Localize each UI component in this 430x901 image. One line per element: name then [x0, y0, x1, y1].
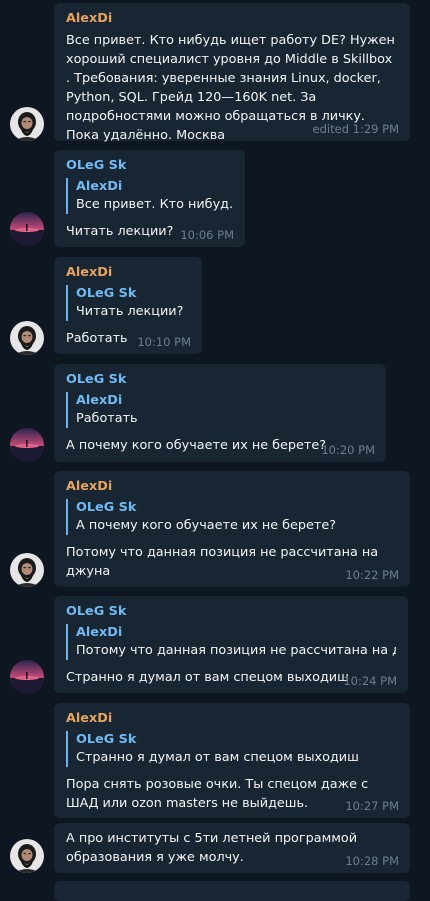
reply-text: Читать лекции?: [76, 304, 184, 319]
message-time: 10:06 PM: [180, 228, 234, 242]
alexdi-avatar[interactable]: [10, 321, 44, 355]
message-bubble[interactable]: OLeG Sk AlexDi Работать А почему кого об…: [54, 364, 386, 462]
bearded-man-avatar-icon: [10, 107, 44, 141]
alexdi-avatar[interactable]: [10, 107, 44, 141]
reply-text: Потому что данная позиция не рассчитана …: [76, 643, 396, 658]
sender-name[interactable]: AlexDi: [66, 10, 398, 28]
sender-name[interactable]: AlexDi: [66, 478, 398, 496]
oleg-avatar[interactable]: [10, 428, 44, 462]
message-time: 10:10 PM: [137, 335, 191, 349]
message-bubble[interactable]: А про институты с 5ти летней программой …: [54, 823, 410, 873]
sender-name[interactable]: AlexDi: [66, 264, 190, 282]
reply-author: AlexDi: [76, 393, 123, 408]
message-bubble[interactable]: OLeG Sk AlexDi Потому что данная позиция…: [54, 596, 408, 693]
bearded-man-avatar-icon: [10, 321, 44, 355]
reply-author: OLeG Sk: [76, 286, 137, 301]
sender-name[interactable]: OLeG Sk: [66, 371, 374, 389]
oleg-avatar[interactable]: [10, 660, 44, 694]
message-time: 10:24 PM: [343, 674, 397, 688]
reply-quote[interactable]: AlexDi Работать: [66, 392, 374, 428]
reply-text: Работать: [76, 411, 138, 426]
sunset-avatar-icon: [10, 660, 44, 694]
message-time: edited 1:29 PM: [312, 122, 399, 136]
message-time: 10:27 PM: [345, 799, 399, 813]
reply-quote[interactable]: AlexDi Все привет. Кто нибуд...: [66, 178, 233, 214]
reply-quote[interactable]: OLeG Sk Читать лекции?: [66, 285, 190, 321]
sunset-avatar-icon: [10, 428, 44, 462]
message-bubble[interactable]: AlexDi OLeG Sk А почему кого обучаете их…: [54, 471, 410, 587]
message-bubble[interactable]: OLeG Sk AlexDi Все привет. Кто нибуд... …: [54, 150, 245, 247]
reply-author: OLeG Sk: [76, 732, 137, 747]
bearded-man-avatar-icon: [10, 553, 44, 587]
reply-author: AlexDi: [76, 179, 123, 194]
sender-name[interactable]: AlexDi: [66, 710, 398, 728]
message-bubble[interactable]: AlexDi OLeG Sk Странно я думал от вам сп…: [54, 703, 410, 818]
reply-text: А почему кого обучаете их не берете?: [76, 518, 337, 533]
reply-author: OLeG Sk: [76, 500, 137, 515]
message-time: 10:28 PM: [345, 854, 399, 868]
message-time: 10:20 PM: [321, 443, 375, 457]
chat-history[interactable]: AlexDi Все привет. Кто нибудь ищет работ…: [0, 0, 430, 901]
reply-quote[interactable]: OLeG Sk А почему кого обучаете их не бер…: [66, 499, 398, 535]
sender-name[interactable]: OLeG Sk: [66, 157, 233, 175]
reply-author: AlexDi: [76, 625, 123, 640]
message-bubble-partial[interactable]: [54, 881, 410, 901]
reply-quote[interactable]: AlexDi Потому что данная позиция не расс…: [66, 624, 396, 660]
sender-name[interactable]: OLeG Sk: [66, 603, 396, 621]
alexdi-avatar[interactable]: [10, 839, 44, 873]
oleg-avatar[interactable]: [10, 212, 44, 246]
message-bubble[interactable]: AlexDi OLeG Sk Читать лекции? Работать 1…: [54, 257, 202, 354]
alexdi-avatar[interactable]: [10, 553, 44, 587]
reply-text: Все привет. Кто нибуд...: [76, 197, 233, 212]
reply-quote[interactable]: OLeG Sk Странно я думал от вам спецом вы…: [66, 731, 398, 767]
bearded-man-avatar-icon: [10, 839, 44, 873]
message-time: 10:22 PM: [345, 568, 399, 582]
reply-text: Странно я думал от вам спецом выходиш: [76, 750, 359, 765]
sunset-avatar-icon: [10, 212, 44, 246]
message-bubble[interactable]: AlexDi Все привет. Кто нибудь ищет работ…: [54, 3, 410, 143]
